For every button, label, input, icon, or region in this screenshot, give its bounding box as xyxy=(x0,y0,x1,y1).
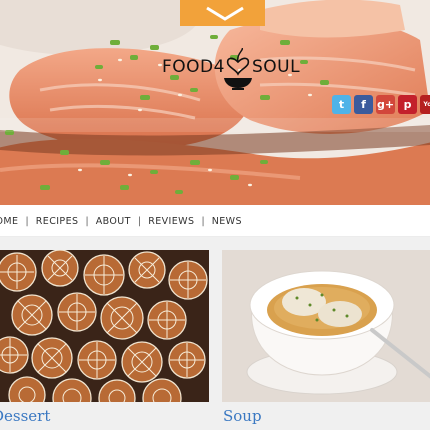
nav-separator: | xyxy=(201,216,205,227)
recipe-card-soup[interactable]: Soup xyxy=(222,250,430,430)
logo-text-soul: SOUL xyxy=(252,57,301,77)
nav-home[interactable]: HOME xyxy=(0,216,18,227)
google-plus-icon[interactable]: g+ xyxy=(376,95,395,114)
main-navigation: HOME | RECIPES | ABOUT | REVIEWS | NEWS xyxy=(0,205,430,237)
youtube-icon[interactable]: You xyxy=(420,95,430,114)
nav-about[interactable]: ABOUT xyxy=(96,216,131,227)
heart-bowl-icon xyxy=(224,48,252,90)
card-title-dessert[interactable]: Dessert xyxy=(0,407,209,425)
hero-banner-image: FOOD4 SOUL t f g+ p You xyxy=(0,0,430,205)
nav-separator: | xyxy=(137,216,142,227)
content-area: Dessert xyxy=(0,237,430,430)
nav-reviews[interactable]: REVIEWS xyxy=(148,216,194,227)
gingerbread-cookies-image[interactable] xyxy=(0,250,209,402)
dumpling-soup-image[interactable] xyxy=(222,250,430,402)
nav-recipes[interactable]: RECIPES xyxy=(36,216,79,227)
facebook-icon[interactable]: f xyxy=(354,95,373,114)
twitter-icon[interactable]: t xyxy=(332,95,351,114)
recipe-card-dessert[interactable]: Dessert xyxy=(0,250,209,430)
site-logo[interactable]: FOOD4 SOUL xyxy=(162,48,302,94)
card-title-soup[interactable]: Soup xyxy=(223,407,430,425)
nav-separator: | xyxy=(85,216,89,227)
chevron-down-icon xyxy=(206,6,244,21)
nav-separator: | xyxy=(25,216,29,227)
pinterest-icon[interactable]: p xyxy=(398,95,417,114)
nav-news[interactable]: NEWS xyxy=(212,216,242,227)
social-links: t f g+ p You xyxy=(332,95,430,114)
logo-text-food4: FOOD4 xyxy=(162,57,225,77)
